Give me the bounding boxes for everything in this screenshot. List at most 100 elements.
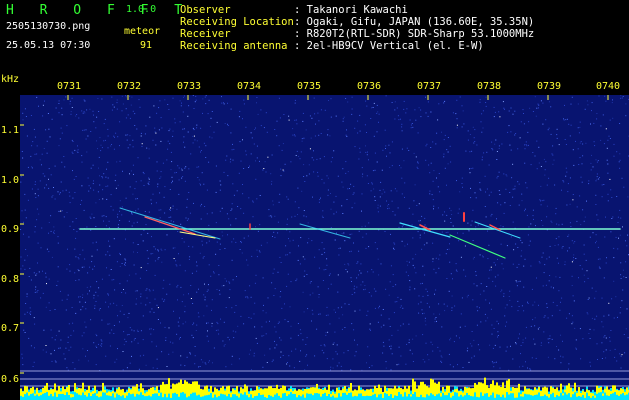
noise-pixel: [136, 128, 138, 130]
noise-pixel: [53, 231, 54, 233]
noise-pixel: [418, 203, 420, 205]
noise-pixel: [43, 329, 45, 331]
noise-pixel: [216, 121, 218, 123]
noise-pixel: [288, 119, 290, 121]
noise-pixel: [198, 179, 200, 181]
noise-pixel: [105, 254, 107, 256]
noise-pixel: [337, 175, 339, 177]
noise-pixel: [604, 236, 606, 238]
noise-pixel: [198, 288, 199, 290]
y-tick-label: 1.1: [1, 125, 20, 136]
noise-pixel: [581, 268, 583, 270]
level-bar-yellow: [584, 391, 586, 398]
noise-pixel: [490, 191, 492, 193]
noise-pixel: [41, 164, 42, 166]
noise-pixel: [139, 277, 141, 279]
noise-pixel: [449, 243, 450, 245]
noise-pixel: [542, 102, 544, 104]
noise-pixel: [273, 295, 275, 296]
noise-pixel: [185, 321, 187, 323]
noise-pixel: [101, 340, 103, 342]
noise-pixel: [309, 148, 311, 150]
noise-pixel: [184, 180, 186, 182]
noise-pixel: [168, 130, 170, 132]
noise-pixel: [603, 336, 605, 338]
noise-pixel: [289, 231, 291, 233]
noise-pixel: [119, 121, 121, 123]
noise-pixel: [24, 108, 26, 110]
noise-pixel: [436, 177, 437, 179]
noise-pixel: [81, 199, 83, 201]
noise-pixel: [43, 148, 45, 149]
noise-pixel: [366, 132, 367, 133]
noise-pixel: [349, 233, 351, 235]
noise-pixel: [492, 362, 494, 364]
y-axis-unit: kHz: [1, 74, 20, 85]
noise-pixel: [92, 242, 94, 244]
noise-pixel: [364, 285, 366, 286]
level-bar-yellow: [576, 392, 578, 397]
noise-pixel: [119, 283, 121, 285]
noise-pixel: [35, 286, 37, 288]
noise-pixel: [615, 296, 617, 298]
noise-pixel: [540, 100, 542, 102]
noise-pixel: [330, 161, 332, 163]
noise-pixel: [42, 349, 44, 351]
noise-pixel: [379, 205, 381, 207]
noise-pixel: [67, 248, 68, 250]
noise-pixel: [282, 143, 284, 145]
noise-pixel: [576, 206, 578, 208]
noise-pixel: [351, 323, 353, 325]
noise-pixel: [558, 349, 560, 351]
noise-pixel: [527, 131, 529, 133]
noise-pixel: [151, 236, 152, 238]
noise-pixel: [504, 108, 505, 110]
level-bar-yellow: [230, 392, 232, 398]
noise-pixel: [388, 204, 390, 205]
noise-pixel: [316, 328, 318, 330]
noise-pixel: [418, 295, 420, 297]
noise-pixel: [552, 154, 554, 156]
noise-pixel: [504, 307, 506, 309]
noise-pixel: [452, 278, 453, 280]
noise-pixel: [117, 348, 118, 350]
noise-pixel: [312, 292, 314, 294]
noise-pixel: [116, 108, 118, 110]
noise-pixel: [421, 215, 423, 217]
noise-pixel: [450, 337, 452, 339]
noise-pixel: [202, 236, 204, 238]
noise-pixel: [530, 265, 532, 267]
noise-pixel: [177, 299, 178, 301]
noise-pixel: [382, 149, 384, 151]
noise-pixel: [621, 354, 623, 356]
noise-pixel: [500, 243, 502, 245]
noise-pixel: [220, 318, 221, 320]
noise-pixel: [570, 103, 572, 105]
noise-pixel: [73, 330, 75, 332]
noise-pixel: [526, 187, 528, 189]
noise-pixel: [114, 289, 116, 291]
noise-pixel: [584, 281, 586, 283]
noise-pixel: [482, 255, 483, 257]
noise-pixel: [221, 96, 222, 98]
noise-pixel: [349, 188, 350, 189]
noise-pixel: [133, 339, 135, 341]
noise-pixel: [156, 112, 158, 114]
noise-pixel: [587, 277, 589, 279]
level-bar-yellow: [120, 389, 122, 397]
noise-pixel: [424, 361, 426, 363]
noise-pixel: [113, 302, 115, 304]
noise-pixel: [132, 164, 134, 166]
noise-pixel: [150, 328, 152, 330]
noise-pixel: [360, 272, 362, 274]
noise-pixel: [438, 173, 440, 174]
noise-pixel: [497, 258, 498, 260]
x-tick-label: 0735: [297, 81, 322, 92]
noise-pixel: [172, 180, 173, 182]
noise-pixel: [277, 271, 279, 273]
noise-pixel: [377, 211, 379, 213]
noise-pixel: [518, 306, 520, 307]
noise-pixel: [455, 263, 457, 265]
noise-pixel: [259, 251, 261, 253]
noise-pixel: [450, 218, 451, 220]
